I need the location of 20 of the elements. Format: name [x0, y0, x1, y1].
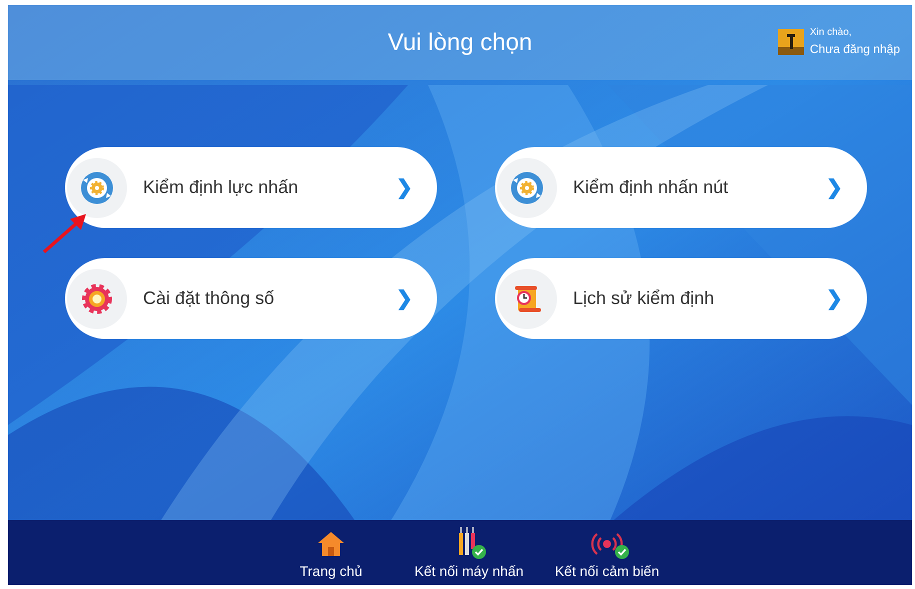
page-title: Vui lòng chọn	[388, 28, 532, 56]
menu-card[interactable]: Cài đặt thông số ❯	[65, 258, 437, 339]
nav-button[interactable]: Kết nối cảm biến	[554, 526, 660, 578]
menu-card[interactable]: Lịch sử kiểm định ❯	[495, 258, 867, 339]
greeting-text: Xin chào,	[810, 27, 853, 38]
menu-card[interactable]: Kiểm định nhấn nút ❯	[495, 147, 867, 228]
menu-card[interactable]: Kiểm định lực nhấn ❯	[65, 147, 437, 228]
nav-button[interactable]: Trang chủ	[300, 526, 362, 578]
signal-icon	[590, 530, 623, 556]
avatar-icon	[778, 28, 804, 54]
login-status: Chưa đăng nhập	[810, 42, 900, 56]
nav-button[interactable]: Kết nối máy nhấn	[414, 526, 524, 578]
chevron-icon: ❯	[396, 286, 413, 311]
home-icon	[316, 530, 345, 556]
gear-cycle-icon	[509, 170, 545, 206]
chevron-icon: ❯	[826, 175, 843, 200]
gear-icon	[80, 282, 114, 316]
gear-cycle-icon	[79, 170, 115, 206]
chevron-icon: ❯	[826, 286, 843, 311]
chevron-icon: ❯	[396, 175, 413, 200]
